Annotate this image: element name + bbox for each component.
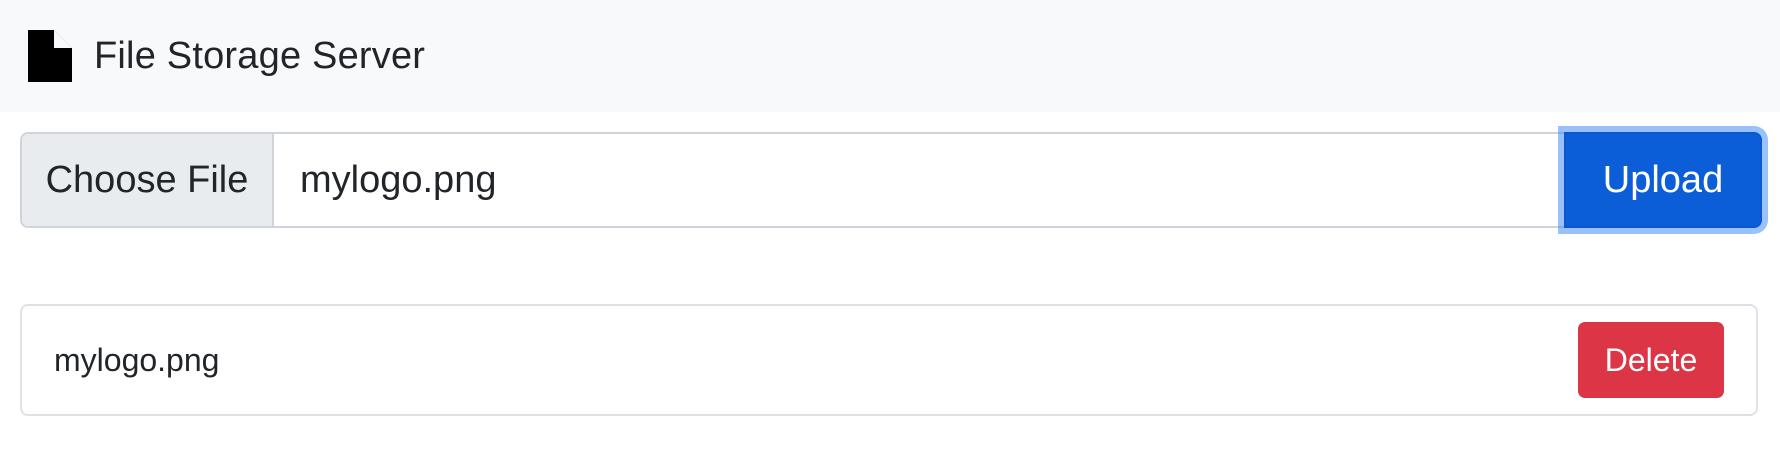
file-icon	[28, 30, 72, 82]
navbar: File Storage Server	[0, 0, 1780, 112]
upload-button[interactable]: Upload	[1564, 132, 1762, 228]
app-title: File Storage Server	[94, 34, 426, 77]
upload-form: Choose File mylogo.png Upload	[20, 132, 1762, 228]
choose-file-button[interactable]: Choose File	[22, 134, 274, 226]
delete-button[interactable]: Delete	[1578, 322, 1724, 398]
file-name: mylogo.png	[54, 341, 220, 378]
file-input[interactable]: Choose File mylogo.png	[20, 132, 1564, 228]
list-item: mylogo.png Delete	[20, 304, 1758, 416]
selected-file-name: mylogo.png	[300, 158, 497, 201]
